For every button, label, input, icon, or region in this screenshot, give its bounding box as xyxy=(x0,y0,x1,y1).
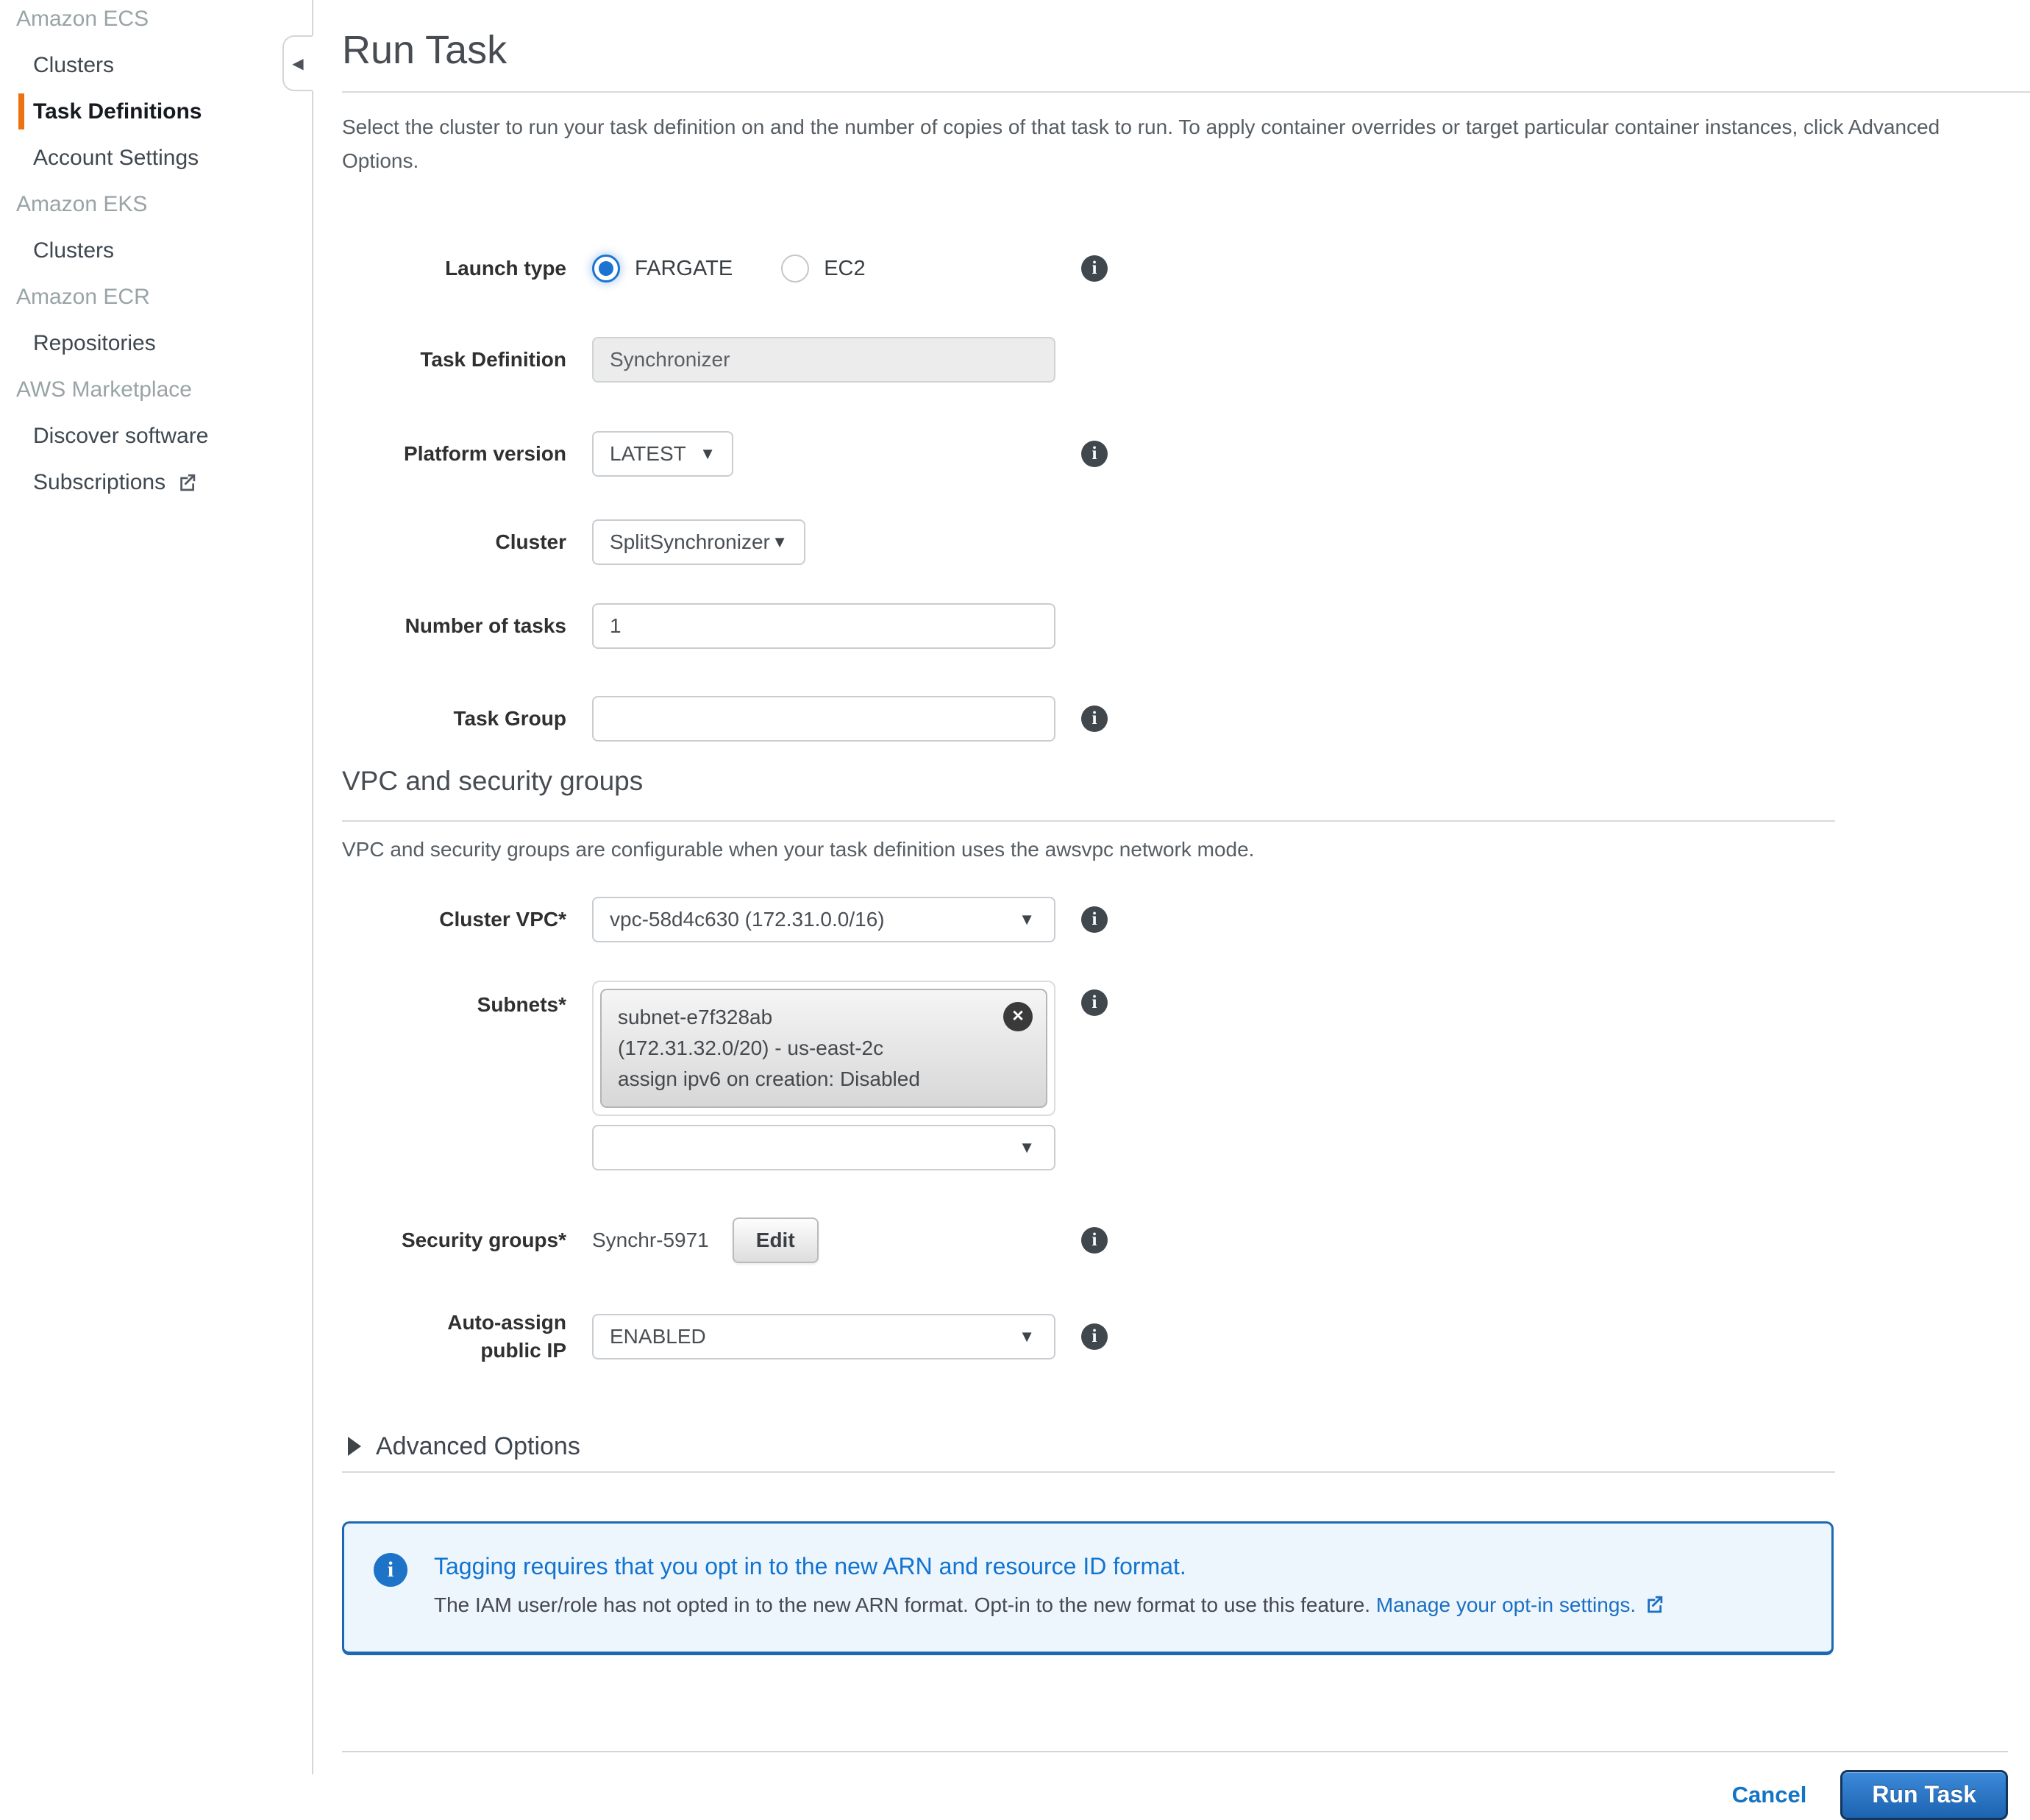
info-icon[interactable]: i xyxy=(1081,1323,1108,1350)
cluster-vpc-label: Cluster VPC* xyxy=(342,906,566,934)
remove-subnet-button[interactable]: ✕ xyxy=(1003,1002,1033,1031)
sidebar-item-task-definitions[interactable]: Task Definitions xyxy=(33,88,312,135)
run-task-button[interactable]: Run Task xyxy=(1840,1770,2008,1820)
page-description: Select the cluster to run your task defi… xyxy=(342,110,1995,178)
sidebar-item-clusters-ecs[interactable]: Clusters xyxy=(33,42,312,88)
vpc-section-title: VPC and security groups xyxy=(342,765,2030,797)
run-task-form: Launch type FARGATE EC2 i Task Definitio… xyxy=(342,252,2030,1820)
auto-assign-ip-label: Auto-assign public IP xyxy=(342,1309,566,1365)
info-icon[interactable]: i xyxy=(1081,705,1108,732)
footer-actions: Cancel Run Task xyxy=(342,1770,2008,1820)
sidebar-item-label: Subscriptions xyxy=(33,470,165,495)
launch-type-row: Launch type FARGATE EC2 i xyxy=(342,252,2030,285)
vpc-section-divider xyxy=(342,820,1835,822)
security-groups-row: Security groups* Synchr-5971 Edit i xyxy=(342,1218,2030,1263)
external-link-icon xyxy=(176,472,198,494)
task-definition-label: Task Definition xyxy=(342,346,566,374)
number-of-tasks-row: Number of tasks xyxy=(342,603,2030,649)
cluster-select[interactable]: SplitSynchronizer ▼ xyxy=(592,519,805,565)
chevron-down-icon: ▼ xyxy=(772,534,788,550)
chevron-down-icon: ▼ xyxy=(1019,911,1035,928)
main-content: Run Task Select the cluster to run your … xyxy=(342,0,2030,1820)
caret-right-icon xyxy=(348,1437,361,1456)
security-groups-label: Security groups* xyxy=(342,1226,566,1254)
sidebar-header-amazon-ecr: Amazon ECR xyxy=(16,274,312,320)
cancel-button[interactable]: Cancel xyxy=(1732,1782,1807,1808)
platform-version-row: Platform version LATEST ▼ i xyxy=(342,431,2030,477)
info-icon[interactable]: i xyxy=(1081,255,1108,282)
fargate-radio[interactable] xyxy=(592,255,620,282)
auto-assign-ip-select[interactable]: ENABLED ▼ xyxy=(592,1314,1055,1359)
subnet-chip-id: subnet-e7f328ab xyxy=(618,1002,1030,1033)
auto-assign-ip-row: Auto-assign public IP ENABLED ▼ i xyxy=(342,1309,2030,1365)
subnet-chip-ipv6: assign ipv6 on creation: Disabled xyxy=(618,1064,1030,1095)
number-of-tasks-input[interactable] xyxy=(592,603,1055,649)
task-definition-row: Task Definition xyxy=(342,337,2030,383)
cluster-vpc-row: Cluster VPC* vpc-58d4c630 (172.31.0.0/16… xyxy=(342,897,2030,942)
edit-security-groups-button[interactable]: Edit xyxy=(733,1218,819,1263)
info-icon: i xyxy=(374,1553,407,1587)
sidebar-header-aws-marketplace: AWS Marketplace xyxy=(16,366,312,413)
cluster-vpc-select[interactable]: vpc-58d4c630 (172.31.0.0/16) ▼ xyxy=(592,897,1055,942)
cluster-label: Cluster xyxy=(342,528,566,556)
sidebar-header-amazon-ecs: Amazon ECS xyxy=(16,0,312,42)
number-of-tasks-label: Number of tasks xyxy=(342,612,566,640)
alert-title: Tagging requires that you opt in to the … xyxy=(434,1551,1665,1581)
sidebar-collapse-button[interactable]: ◀ xyxy=(282,35,313,91)
subnets-selected-list: subnet-e7f328ab (172.31.32.0/20) - us-ea… xyxy=(592,981,1055,1116)
ec2-radio[interactable] xyxy=(781,255,809,282)
task-group-row: Task Group i xyxy=(342,696,2030,742)
launch-type-label: Launch type xyxy=(342,255,566,282)
advanced-options-divider xyxy=(342,1471,1835,1473)
sidebar: Amazon ECS Clusters Task Definitions Acc… xyxy=(0,0,312,1774)
collapse-left-icon: ◀ xyxy=(292,54,303,73)
subnets-label: Subnets* xyxy=(342,981,566,1019)
launch-type-options: FARGATE EC2 xyxy=(592,252,1055,285)
page-title: Run Task xyxy=(342,28,2030,72)
sidebar-item-account-settings[interactable]: Account Settings xyxy=(33,135,312,181)
subnets-row: Subnets* subnet-e7f328ab (172.31.32.0/20… xyxy=(342,981,2030,1170)
fargate-radio-label[interactable]: FARGATE xyxy=(635,257,733,281)
footer-divider xyxy=(342,1751,2008,1752)
cluster-row: Cluster SplitSynchronizer ▼ xyxy=(342,519,2030,565)
tagging-info-alert: i Tagging requires that you opt in to th… xyxy=(342,1521,1834,1655)
sidebar-nav-list: Amazon ECS Clusters Task Definitions Acc… xyxy=(0,0,312,505)
platform-version-select[interactable]: LATEST ▼ xyxy=(592,431,733,477)
platform-version-label: Platform version xyxy=(342,440,566,468)
add-subnet-select[interactable]: ▼ xyxy=(592,1125,1055,1170)
info-icon[interactable]: i xyxy=(1081,906,1108,933)
cluster-value: SplitSynchronizer xyxy=(610,530,770,554)
sidebar-item-discover-software[interactable]: Discover software xyxy=(33,413,312,459)
chevron-down-icon: ▼ xyxy=(699,446,716,462)
chevron-down-icon: ▼ xyxy=(1019,1140,1035,1156)
advanced-options-toggle[interactable]: Advanced Options xyxy=(342,1432,2030,1461)
external-link-icon xyxy=(1643,1593,1665,1615)
info-icon[interactable]: i xyxy=(1081,441,1108,467)
platform-version-value: LATEST xyxy=(610,442,686,466)
header-divider xyxy=(342,91,2030,93)
ec2-radio-label[interactable]: EC2 xyxy=(824,257,865,281)
subnet-chip-cidr: (172.31.32.0/20) - us-east-2c xyxy=(618,1033,1030,1064)
close-icon: ✕ xyxy=(1011,1007,1025,1025)
advanced-options-label: Advanced Options xyxy=(376,1432,580,1461)
subnet-chip: subnet-e7f328ab (172.31.32.0/20) - us-ea… xyxy=(600,989,1047,1108)
sidebar-divider xyxy=(312,0,313,1774)
auto-assign-ip-value: ENABLED xyxy=(610,1325,706,1348)
task-group-input[interactable] xyxy=(592,696,1055,742)
sidebar-header-amazon-eks: Amazon EKS xyxy=(16,181,312,227)
sidebar-item-repositories[interactable]: Repositories xyxy=(33,320,312,366)
security-group-value: Synchr-5971 xyxy=(592,1229,709,1252)
chevron-down-icon: ▼ xyxy=(1019,1329,1035,1345)
task-group-label: Task Group xyxy=(342,705,566,733)
info-icon[interactable]: i xyxy=(1081,1227,1108,1254)
task-definition-input xyxy=(592,337,1055,383)
sidebar-item-subscriptions[interactable]: Subscriptions xyxy=(33,459,312,505)
sidebar-item-clusters-eks[interactable]: Clusters xyxy=(33,227,312,274)
alert-body-text: The IAM user/role has not opted in to th… xyxy=(434,1593,1370,1616)
info-icon[interactable]: i xyxy=(1081,989,1108,1016)
vpc-section-description: VPC and security groups are configurable… xyxy=(342,835,2030,864)
manage-opt-in-link[interactable]: Manage your opt-in settings. xyxy=(1376,1593,1636,1616)
cluster-vpc-value: vpc-58d4c630 (172.31.0.0/16) xyxy=(610,908,885,931)
